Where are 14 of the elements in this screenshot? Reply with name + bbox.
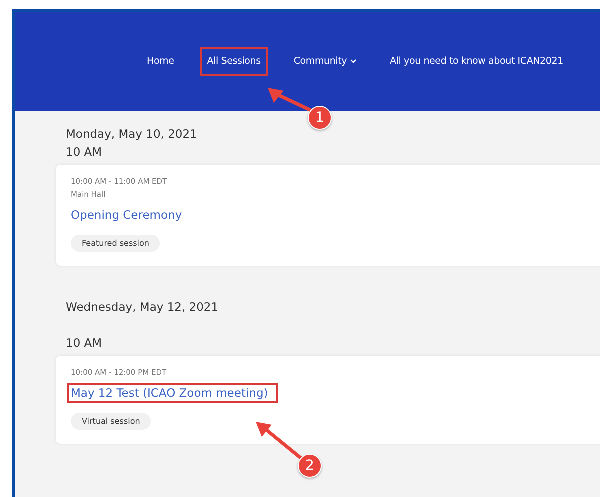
time-slot-heading: 10 AM [66, 336, 104, 350]
session-title-link[interactable]: Opening Ceremony [67, 205, 186, 225]
time-slot-heading: 10 AM [66, 145, 104, 159]
nav-link[interactable]: All Sessions [200, 47, 268, 76]
arrow [256, 422, 304, 461]
nav-link[interactable]: All you need to know about ICAN2021 [383, 47, 570, 76]
nav-link[interactable]: Community [286, 47, 364, 76]
session-tag: Virtual session [71, 413, 152, 430]
day-heading: Wednesday, May 12, 2021 [66, 300, 220, 314]
day-heading: Monday, May 10, 2021 [66, 127, 198, 141]
nav-link[interactable]: Home [140, 47, 182, 76]
arrow [268, 88, 314, 113]
session-title-link[interactable]: May 12 Test (ICAO Zoom meeting) [67, 383, 278, 403]
session-tag: Featured session [71, 235, 160, 252]
